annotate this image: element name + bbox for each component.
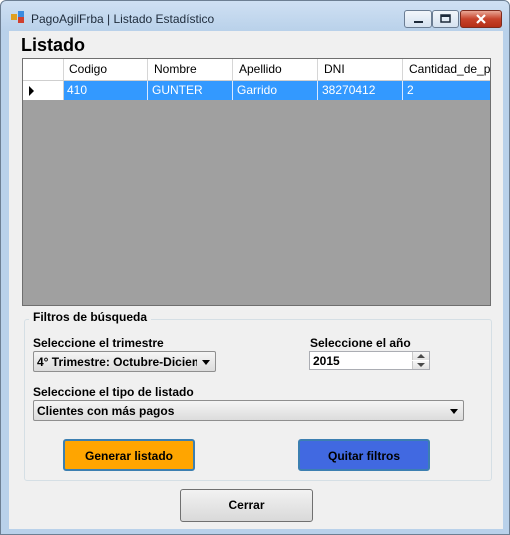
cerrar-button[interactable]: Cerrar	[180, 489, 313, 522]
minimize-icon	[414, 21, 423, 23]
quitar-filtros-button[interactable]: Quitar filtros	[298, 439, 430, 471]
maximize-icon	[440, 14, 451, 23]
cell-nombre[interactable]: GUNTER	[148, 81, 233, 100]
filters-group-title: Filtros de búsqueda	[29, 310, 152, 324]
title-bar[interactable]: PagoAgilFrba | Listado Estadístico	[1, 1, 509, 31]
tipo-listado-value: Clientes con más pagos	[37, 404, 175, 418]
minimize-button[interactable]	[404, 10, 432, 28]
generar-listado-button[interactable]: Generar listado	[63, 439, 195, 471]
grid-corner[interactable]	[23, 59, 64, 80]
grid-header: Codigo Nombre Apellido DNI Cantidad_de_p…	[23, 59, 490, 81]
chevron-down-icon	[450, 409, 458, 414]
cell-cantidad[interactable]: 2	[403, 81, 490, 100]
arrow-up-icon	[417, 354, 425, 358]
column-header-nombre[interactable]: Nombre	[148, 59, 233, 80]
chevron-down-icon	[202, 360, 210, 365]
anio-stepper[interactable]: 2015	[309, 351, 430, 370]
maximize-button[interactable]	[432, 10, 459, 28]
close-icon	[476, 14, 486, 24]
cell-codigo[interactable]: 410	[63, 81, 148, 100]
trimestre-label: Seleccione el trimestre	[33, 336, 164, 350]
close-button[interactable]	[460, 10, 502, 28]
trimestre-value: 4° Trimestre: Octubre-Diciem	[37, 355, 197, 369]
app-window: PagoAgilFrba | Listado Estadístico Lista…	[0, 0, 510, 535]
anio-value: 2015	[313, 354, 340, 368]
stepper-up-button[interactable]	[412, 352, 429, 360]
current-row-arrow-icon	[29, 86, 34, 96]
column-header-dni[interactable]: DNI	[318, 59, 403, 80]
cell-dni[interactable]: 38270412	[318, 81, 403, 100]
tipo-listado-label: Seleccione el tipo de listado	[33, 385, 194, 399]
tipo-listado-dropdown[interactable]: Clientes con más pagos	[33, 400, 464, 421]
cell-apellido[interactable]: Garrido	[233, 81, 318, 100]
row-header[interactable]	[23, 81, 64, 100]
form-client-area: Listado Codigo Nombre Apellido DNI Canti…	[9, 31, 503, 529]
page-title: Listado	[21, 35, 86, 55]
column-header-apellido[interactable]: Apellido	[233, 59, 318, 80]
trimestre-dropdown[interactable]: 4° Trimestre: Octubre-Diciem	[33, 351, 216, 372]
column-header-codigo[interactable]: Codigo	[63, 59, 148, 80]
table-row[interactable]: 410 GUNTER Garrido 38270412 2	[23, 81, 490, 100]
column-header-cantidad[interactable]: Cantidad_de_pa	[403, 59, 490, 80]
results-grid[interactable]: Codigo Nombre Apellido DNI Cantidad_de_p…	[22, 58, 491, 306]
app-icon	[11, 11, 24, 23]
anio-label: Seleccione el año	[310, 336, 411, 350]
stepper-down-button[interactable]	[412, 361, 429, 369]
window-title: PagoAgilFrba | Listado Estadístico	[31, 12, 215, 26]
arrow-down-icon	[417, 363, 425, 367]
